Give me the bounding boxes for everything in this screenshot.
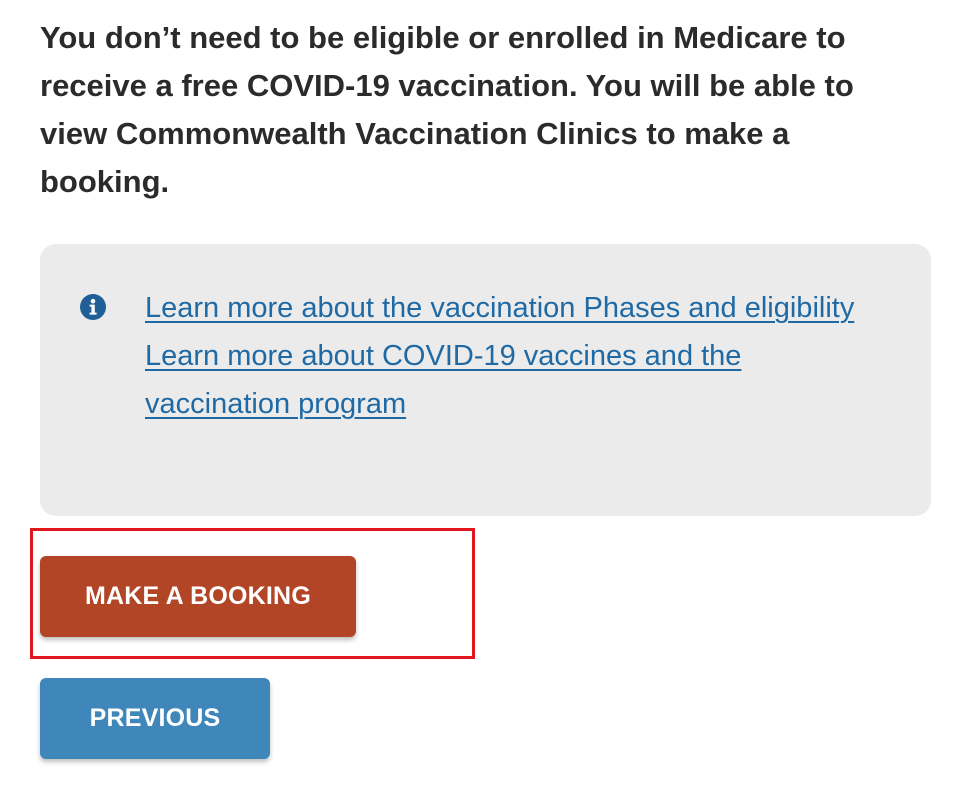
intro-text: You don’t need to be eligible or enrolle… [40,20,854,199]
info-links: Learn more about the vaccination Phases … [145,284,865,428]
make-booking-button[interactable]: MAKE A BOOKING [40,556,356,637]
learn-more-vaccines-link[interactable]: Learn more about COVID-19 vaccines and t… [145,332,865,428]
learn-more-phases-link[interactable]: Learn more about the vaccination Phases … [145,284,865,332]
info-circle-icon [80,294,106,320]
previous-button[interactable]: PREVIOUS [40,678,270,759]
info-box: Learn more about the vaccination Phases … [40,244,931,516]
